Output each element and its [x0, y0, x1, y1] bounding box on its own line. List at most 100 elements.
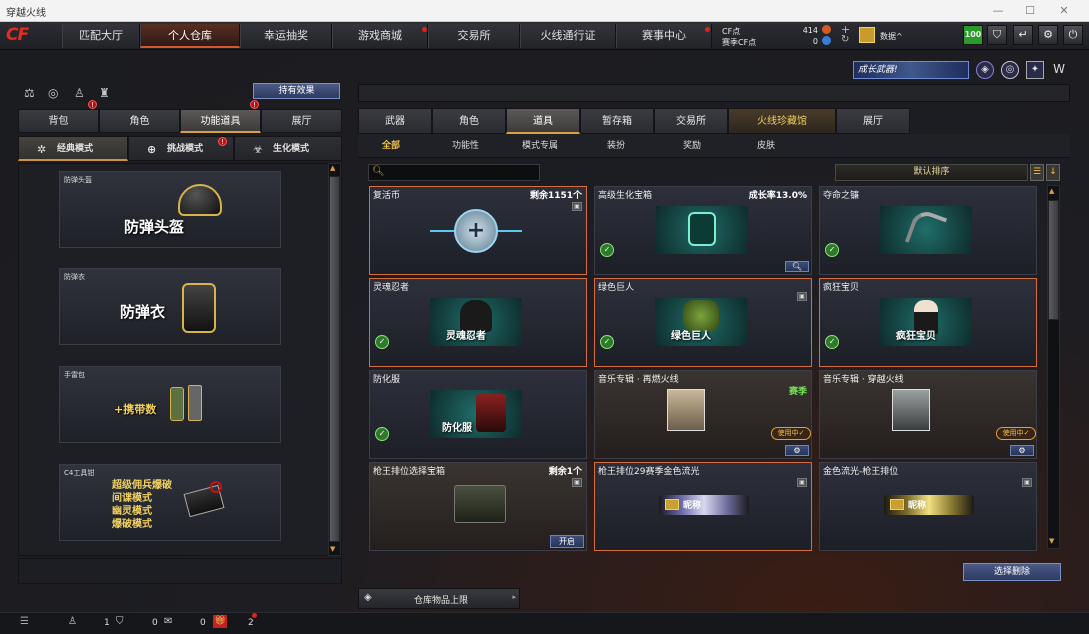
item-name: 绿色巨人 — [598, 283, 635, 293]
sort-dropdown[interactable]: 默认排序 — [835, 164, 1028, 181]
season-points-value: 0 — [812, 37, 818, 46]
gear-icon[interactable]: ⚙ — [785, 445, 809, 456]
shield-icon[interactable]: ⛉ — [987, 25, 1007, 45]
grenade-icon — [170, 387, 184, 421]
badge-icon[interactable]: ◈ — [976, 61, 994, 79]
item-card-revive-coin[interactable]: 复活币 剩余1151个 ▣ + — [369, 186, 587, 275]
gift-icon[interactable]: 🎁︎ — [213, 615, 227, 628]
subtab-rewards[interactable]: 奖励 — [683, 138, 701, 151]
friends-icon[interactable]: ♙ — [68, 616, 77, 627]
scroll-down-icon[interactable]: ▼ — [330, 545, 335, 553]
inspect-button[interactable]: 🔍︎ — [785, 261, 809, 272]
tab-weapons[interactable]: 武器 — [358, 108, 432, 134]
gear-icon[interactable]: ⚙ — [1038, 25, 1058, 45]
item-remaining: 剩余1个 — [548, 467, 582, 477]
nav-tab-shop[interactable]: 游戏商城 — [332, 24, 428, 48]
growth-weapon-banner[interactable]: 成长武器! — [853, 61, 969, 79]
chat-icon[interactable]: ✉ — [164, 616, 172, 627]
minimize-icon[interactable]: — — [988, 3, 1008, 19]
right-scroll-thumb[interactable] — [1048, 200, 1059, 320]
left-card-helmet[interactable]: 防弹头盔 防弹头盔 — [59, 171, 281, 248]
item-card-music-album-reignite[interactable]: 音乐专辑 · 再燃火线 赛季 使用中✓ ⚙ — [594, 370, 812, 459]
menu-icon[interactable]: ☰ — [20, 616, 29, 627]
tab-exchange[interactable]: 交易所 — [654, 108, 728, 134]
heartbeat-line — [498, 230, 522, 232]
item-name: 灵魂忍者 — [373, 283, 410, 293]
nav-tab-exchange[interactable]: 交易所 — [428, 24, 520, 48]
alert-icon: ! — [250, 100, 259, 109]
sort-order-icon[interactable]: ↓ — [1046, 164, 1060, 181]
target-icon[interactable]: ◎ — [1001, 61, 1019, 79]
scroll-up-icon[interactable]: ▲ — [1049, 187, 1054, 195]
item-card-green-giant[interactable]: 绿色巨人 ▣ 绿色巨人 ✓ — [594, 278, 812, 367]
refresh-icon[interactable]: ↻ — [841, 34, 849, 45]
left-card-grenade-pack[interactable]: 手雷包 +携带数 — [59, 366, 281, 443]
player-name[interactable]: 数据^ — [880, 31, 903, 42]
revive-coin-icon: + — [454, 209, 498, 253]
list-view-icon[interactable]: ☰ — [1030, 164, 1044, 181]
tab-showroom-right[interactable]: 展厅 — [836, 108, 910, 134]
medal-icon[interactable]: ✦ — [1026, 61, 1044, 79]
nav-tab-lucky-draw[interactable]: 幸运抽奖 — [240, 24, 332, 48]
scroll-up-icon[interactable]: ▲ — [330, 164, 335, 172]
item-card-zombie-chest[interactable]: 高级生化宝箱 成长率13.0% ✓ 🔍︎ — [594, 186, 812, 275]
shield-icon[interactable]: ⛉ — [116, 616, 124, 627]
left-scroll-thumb[interactable] — [329, 176, 340, 542]
tab-items[interactable]: 道具 — [506, 108, 580, 134]
nav-tab-match-lobby[interactable]: 匹配大厅 — [62, 24, 140, 48]
chest-icon — [454, 485, 506, 523]
search-input[interactable]: 🔍︎ — [368, 164, 540, 181]
open-button[interactable]: 开启 — [550, 535, 584, 548]
maximize-icon[interactable]: ☐ — [1020, 3, 1040, 19]
tab-showroom[interactable]: 展厅 — [261, 109, 342, 133]
banner-text: 成长武器! — [858, 65, 898, 75]
item-card-death-scythe[interactable]: 夺命之镰 ✓ — [819, 186, 1037, 275]
mode-zombie[interactable]: ☣ 生化模式 — [234, 136, 342, 161]
item-card-music-album-cf[interactable]: 音乐专辑 · 穿越火线 使用中✓ ⚙ — [819, 370, 1037, 459]
subtab-mode-exclusive[interactable]: 模式专属 — [522, 138, 558, 151]
wing-icon[interactable]: W — [1050, 61, 1068, 79]
item-card-gold-stream-ranked[interactable]: 金色流光-枪王排位 ▣ 昵称 — [819, 462, 1037, 551]
subtab-dressup[interactable]: 装扮 — [607, 138, 625, 151]
subtab-skins[interactable]: 皮肤 — [757, 138, 775, 151]
tab-characters[interactable]: 角色 — [432, 108, 506, 134]
character-icon[interactable]: ♙ — [74, 86, 85, 100]
nav-tab-battle-pass[interactable]: 火线通行证 — [520, 24, 616, 48]
left-card-c4-pliers[interactable]: C4工具钳 超级佣兵爆破 间谍模式 幽灵模式 爆破模式 — [59, 464, 281, 541]
gear-icon[interactable]: ⚙ — [1010, 445, 1034, 456]
in-use-label: 使用中 — [1002, 429, 1024, 437]
item-card-soul-ninja[interactable]: 灵魂忍者 灵魂忍者 ✓ — [369, 278, 587, 367]
tab-role[interactable]: 角色 — [99, 109, 180, 133]
subtab-all[interactable]: 全部 — [382, 138, 400, 151]
item-art-label: 绿色巨人 — [671, 331, 711, 342]
subtab-functional[interactable]: 功能性 — [452, 138, 479, 151]
tab-function-items[interactable]: 功能道具 — [180, 109, 261, 133]
item-card-crazy-baby[interactable]: 疯狂宝贝 疯狂宝贝 ✓ — [819, 278, 1037, 367]
album-cover — [892, 389, 930, 431]
nav-tab-personal-storage[interactable]: 个人仓库 — [140, 24, 240, 48]
spray-icon[interactable]: ◎ — [48, 86, 58, 100]
power-icon[interactable]: ⏻ — [1063, 25, 1083, 45]
effect-button[interactable]: 持有效果 — [253, 83, 340, 99]
item-art — [656, 206, 748, 254]
storage-limit-bar[interactable]: ◈ 仓库物品上限 ▸ — [358, 588, 520, 609]
item-growth: 成长率13.0% — [748, 191, 807, 201]
lock-icon: ▣ — [572, 202, 582, 211]
close-icon[interactable]: ✕ — [1054, 3, 1074, 19]
left-card-armor[interactable]: 防弹衣 防弹衣 — [59, 268, 281, 345]
bag-icon[interactable]: ♜ — [99, 86, 110, 100]
nav-tab-events[interactable]: 赛事中心 — [616, 24, 712, 48]
item-card-ranked-gold-stream-29[interactable]: 枪王排位29赛季金色流光 ▣ 昵称 — [594, 462, 812, 551]
window-titlebar: 穿越火线 — ☐ ✕ — [0, 0, 1089, 22]
expand-arrow-icon: ▸ — [512, 593, 516, 601]
batch-delete-button[interactable]: 选择删除 — [963, 563, 1061, 581]
item-card-hazmat-suit[interactable]: 防化服 防化服 ✓ — [369, 370, 587, 459]
scroll-down-icon[interactable]: ▼ — [1049, 537, 1054, 545]
stats-icon[interactable]: ⚖ — [24, 86, 35, 100]
tab-temp-storage[interactable]: 暂存箱 — [580, 108, 654, 134]
mode-classic[interactable]: ✲ 经典模式 — [18, 136, 128, 161]
tab-backpack[interactable]: 背包 — [18, 109, 99, 133]
item-card-ranked-chest[interactable]: 枪王排位选择宝箱 剩余1个 ▣ 开启 — [369, 462, 587, 551]
exit-room-icon[interactable]: ↵ — [1013, 25, 1033, 45]
tab-collection[interactable]: 火线珍藏馆 — [728, 108, 836, 134]
